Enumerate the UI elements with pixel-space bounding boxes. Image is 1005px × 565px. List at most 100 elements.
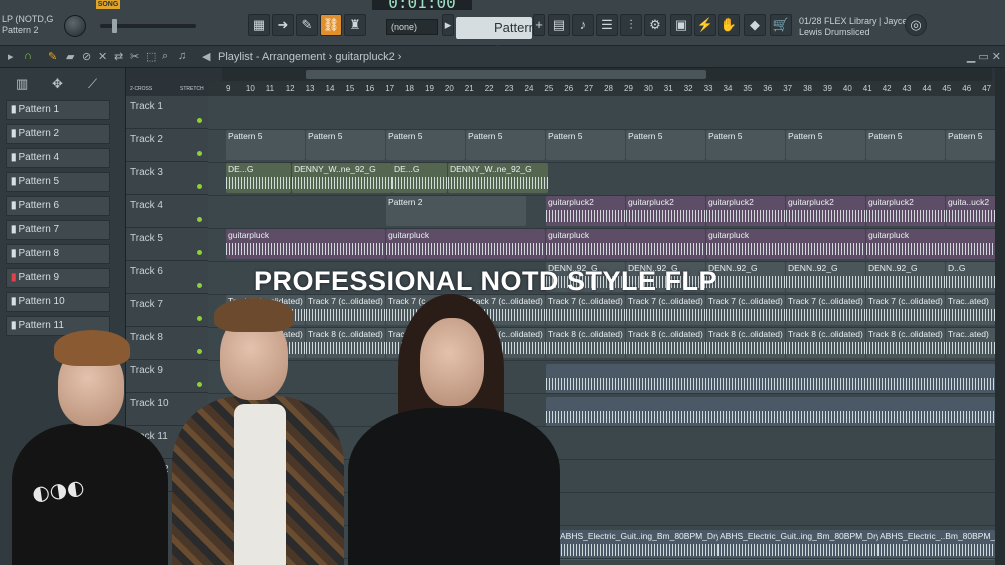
t2-clip[interactable]: Pattern 5 [866, 130, 945, 160]
t6-clip[interactable]: DENN..92_G [786, 262, 865, 292]
t6-clip[interactable]: D..G [946, 262, 995, 292]
track3-clip-a[interactable]: DE...G [226, 163, 291, 193]
move-icon[interactable]: ✥ [52, 76, 63, 92]
track12-clip-b[interactable]: ABHS_Electric_Guit..ing_Bm_80BPM_Dry #4 [718, 530, 878, 560]
pencil-tool-icon[interactable]: ✎ [48, 50, 57, 63]
track9-clip[interactable] [546, 364, 995, 394]
t5-clip[interactable]: guitarpluck [866, 229, 995, 259]
prev-pattern-icon[interactable]: ▸ [442, 14, 454, 36]
t8-clip[interactable]: Track 8 (c..olidated) [786, 328, 865, 358]
t7-clip[interactable]: Track 7 (c..olidated) [706, 295, 785, 325]
track-active-led[interactable] [197, 217, 202, 222]
browser-icon[interactable]: ▣ [670, 14, 692, 36]
pattern-item[interactable]: ▮ Pattern 8 [6, 244, 110, 264]
shop-icon[interactable]: 🛒 [770, 14, 792, 36]
mute-icon[interactable]: ✕ [98, 50, 107, 63]
t2-clip[interactable]: Pattern 5 [786, 130, 865, 160]
add-pattern-icon[interactable]: + [533, 14, 545, 36]
track3-clip-d[interactable]: DENNY_W..ne_92_G [448, 163, 548, 193]
vertical-scrollbar[interactable] [995, 68, 1005, 565]
arrow-icon[interactable]: ➜ [272, 14, 294, 36]
globe-icon[interactable]: ◎ [905, 14, 927, 36]
t7-clip[interactable]: Track 7 (c..olidated) [866, 295, 945, 325]
track-header[interactable]: Track 5 [126, 228, 208, 261]
master-volume-knob[interactable] [64, 15, 86, 37]
track3-clip-c[interactable]: DE...G [392, 163, 447, 193]
piano-roll-icon[interactable]: ▦ [248, 14, 270, 36]
t6-clip[interactable]: DENN..92_G [706, 262, 785, 292]
t8-clip[interactable]: Track 8 (c..olidated) [626, 328, 705, 358]
track-active-led[interactable] [197, 118, 202, 123]
play-triangle-icon[interactable]: ▸ [8, 50, 14, 63]
track-active-led[interactable] [197, 283, 202, 288]
mixer-icon[interactable]: ⫶ [620, 14, 642, 36]
pattern-item[interactable]: ▮ Pattern 5 [6, 172, 110, 192]
track-active-led[interactable] [197, 151, 202, 156]
track-header[interactable]: Track 3 [126, 162, 208, 195]
track-header[interactable]: Track 1 [126, 96, 208, 129]
pattern-item[interactable]: ▮ Pattern 2 [6, 124, 110, 144]
slice-icon[interactable]: ✂ [130, 50, 139, 63]
t8-clip[interactable]: Trac..ated) [946, 328, 995, 358]
track-active-led[interactable] [197, 250, 202, 255]
t5-clip[interactable]: guitarpluck [386, 229, 545, 259]
t2-clip[interactable]: Pattern 5 [546, 130, 625, 160]
track3-clip-b[interactable]: DENNY_W..ne_92_G [292, 163, 392, 193]
t7-clip[interactable]: Track 7 (c..olidated) [786, 295, 865, 325]
picker-pencil-icon[interactable]: ⟋ [88, 76, 97, 92]
track12-clip-a[interactable]: ABHS_Electric_Guit..ing_Bm_80BPM_Dry #4 [558, 530, 718, 560]
song-mode-tag[interactable]: SONG [96, 0, 120, 9]
t5-clip[interactable]: guitarpluck [706, 229, 865, 259]
window-controls[interactable]: ▁ ▭ ✕ [967, 50, 1001, 63]
touch-controller-icon[interactable]: ✋ [718, 14, 740, 36]
pencil-icon[interactable]: ✎ [296, 14, 318, 36]
track-header[interactable]: Track 2 [126, 129, 208, 162]
t8-clip[interactable]: Track 8 (c..olidated) [706, 328, 785, 358]
zoom-icon[interactable]: ⌕ [162, 50, 168, 63]
piano-icon[interactable]: ♪ [572, 14, 594, 36]
track-active-led[interactable] [197, 184, 202, 189]
t4-clip[interactable]: guita..uck2 [946, 196, 995, 226]
t6-clip[interactable]: DENN..92_G [866, 262, 945, 292]
track4-pattern-clip[interactable]: Pattern 2 [386, 196, 526, 226]
t4-clip[interactable]: guitarpluck2 [866, 196, 945, 226]
pattern-item[interactable]: ▮ Pattern 7 [6, 220, 110, 240]
t4-clip[interactable]: guitarpluck2 [626, 196, 705, 226]
t2-clip[interactable]: Pattern 5 [706, 130, 785, 160]
pattern-item[interactable]: ▮ Pattern 4 [6, 148, 110, 168]
track10-clip[interactable] [546, 397, 995, 427]
select-icon[interactable]: ⬚ [146, 50, 156, 63]
plugin-picker-icon[interactable]: ⚡ [694, 14, 716, 36]
pattern-item[interactable]: ▮ Pattern 9 [6, 268, 110, 288]
track-header[interactable]: Track 6 [126, 261, 208, 294]
delete-icon[interactable]: ⊘ [82, 50, 91, 63]
breadcrumb[interactable]: Playlist - Arrangement › guitarpluck2 › [218, 51, 401, 63]
slip-icon[interactable]: ⇄ [114, 50, 123, 63]
t5-clip[interactable]: guitarpluck [226, 229, 385, 259]
link-icon[interactable]: ⛓ [320, 14, 342, 36]
plugin-icon[interactable]: ⚙ [644, 14, 666, 36]
t7-clip[interactable]: Trac..ated) [946, 295, 995, 325]
pattern-item[interactable]: ▮ Pattern 6 [6, 196, 110, 216]
stamp-icon[interactable]: ♜ [344, 14, 366, 36]
speaker-icon[interactable]: ◀ [202, 50, 210, 63]
master-pitch-slider[interactable] [100, 19, 196, 33]
playlist-icon[interactable]: ▤ [548, 14, 570, 36]
magnet-icon[interactable]: ∩ [24, 50, 32, 62]
paint-icon[interactable]: ▰ [66, 50, 74, 63]
t7-clip[interactable]: Track 7 (c..olidated) [626, 295, 705, 325]
track-header[interactable]: Track 4 [126, 195, 208, 228]
t2-clip[interactable]: Pattern 5 [626, 130, 705, 160]
t4-clip[interactable]: guitarpluck2 [706, 196, 785, 226]
t2-clip[interactable]: Pattern 5 [306, 130, 385, 160]
pattern-selector[interactable]: Pattern 9 [456, 17, 536, 57]
t2-clip[interactable]: Pattern 5 [226, 130, 305, 160]
track12-clip-c[interactable]: ABHS_Electric_..Bm_80BPM_Dry #4 [878, 530, 995, 560]
piano-keys-icon[interactable]: ▥ [16, 76, 28, 92]
pattern-item[interactable]: ▮ Pattern 1 [6, 100, 110, 120]
t4-clip[interactable]: guitarpluck2 [786, 196, 865, 226]
snap-selector[interactable]: (none) [386, 19, 438, 35]
tag-icon[interactable]: ◆ [744, 14, 766, 36]
playback-icon[interactable]: ♫ [178, 50, 186, 62]
timeline-ruler[interactable]: 9 10 11 12 13 14 15 16 17 18 19 20 21 22 23 24 25 26 27 28 2… [208, 82, 995, 96]
